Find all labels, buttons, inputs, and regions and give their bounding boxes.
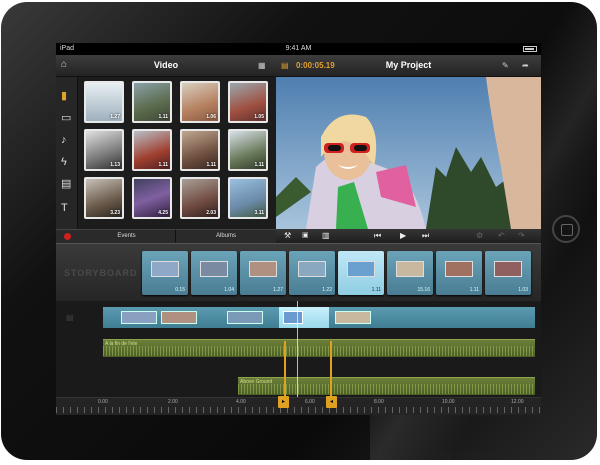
range-start-handle[interactable]: ▸ <box>278 396 289 408</box>
audio-track-label: Above Ground <box>240 379 273 385</box>
timeline-clip-selected[interactable] <box>279 307 329 328</box>
video-icon[interactable]: ▮ <box>61 91 67 102</box>
undo-icon[interactable]: ↶ <box>498 231 505 241</box>
grid-view-icon[interactable]: ▦ <box>258 61 266 71</box>
media-thumbnail[interactable]: 1.05 <box>228 81 268 123</box>
audio-track[interactable]: A la fin de l'ete <box>103 339 535 357</box>
storyboard-clip-selected[interactable]: 1.11 <box>338 251 384 295</box>
wrench-icon[interactable]: ⚒ <box>284 231 291 241</box>
storyboard-clip[interactable]: 1.03 <box>485 251 531 295</box>
media-thumbnail[interactable]: 2.03 <box>180 177 220 219</box>
zoom-icon[interactable]: ⚙ <box>476 231 483 241</box>
storyboard: STORYBOARD 0.15 1.04 1.27 1.22 1.11 15.1… <box>56 243 541 301</box>
track-icon: ▤ <box>66 313 74 322</box>
media-thumbnail[interactable]: 1.11 <box>180 129 220 171</box>
segment-events[interactable]: Events <box>78 229 176 243</box>
record-area <box>56 229 78 243</box>
time-ruler: 0.00 2.00 4.00 6.00 8.00 10.00 12.00 <box>56 397 541 415</box>
media-thumbnail[interactable]: 1.11 <box>132 81 172 123</box>
ruler-ticks <box>56 407 541 413</box>
audio-waveform <box>238 384 535 394</box>
timeline-clip[interactable] <box>161 311 197 324</box>
settings-icon[interactable]: ▣ <box>302 231 309 241</box>
clip-thumbnail <box>494 261 522 277</box>
range-end-handle[interactable]: ◂ <box>326 396 337 408</box>
clip-thumbnail <box>249 261 277 277</box>
record-icon[interactable] <box>63 233 71 240</box>
storyboard-clip[interactable]: 1.11 <box>436 251 482 295</box>
media-thumbnail[interactable]: 3.11 <box>228 177 268 219</box>
play-icon[interactable]: ▶ <box>400 231 406 241</box>
home-button[interactable] <box>552 215 580 243</box>
status-bar: iPad 9:41 AM <box>56 43 541 55</box>
screen: iPad 9:41 AM ⌂ Video ▦ ▤ 0:00:05.19 My P… <box>56 43 541 415</box>
trash-icon[interactable]: ▥ <box>322 231 330 241</box>
media-thumbnail[interactable]: 1.13 <box>84 129 124 171</box>
storyboard-clip[interactable]: 1.22 <box>289 251 335 295</box>
project-header: ▤ 0:00:05.19 My Project ✎ ➦ <box>276 55 541 77</box>
storyboard-label: STORYBOARD <box>64 268 138 278</box>
preview-frame <box>276 77 541 229</box>
battery-icon <box>523 46 537 52</box>
clip-thumbnail <box>283 311 303 324</box>
clip-thumbnail <box>200 261 228 277</box>
media-thumbnail[interactable]: 4.25 <box>132 177 172 219</box>
clip-thumbnail <box>445 261 473 277</box>
media-thumbnail[interactable]: 1.11 <box>132 129 172 171</box>
media-thumbnail[interactable]: 1.06 <box>180 81 220 123</box>
audio-track[interactable]: Above Ground <box>238 377 535 395</box>
timeline: ▤ A la fin de l'ete Above Ground 0.00 2.… <box>56 301 541 415</box>
clip-thumbnail <box>396 261 424 277</box>
photo-icon[interactable]: ▭ <box>61 113 71 124</box>
media-thumbnail[interactable]: 1.27 <box>84 81 124 123</box>
media-thumbnail[interactable]: 1.11 <box>228 129 268 171</box>
clip-thumbnail <box>347 261 375 277</box>
title-icon[interactable]: T <box>61 203 68 214</box>
ruler-label: 10.00 <box>442 399 455 405</box>
storyboard-clip[interactable]: 1.04 <box>191 251 237 295</box>
clip-thumbnail <box>151 261 179 277</box>
range-end-line <box>330 341 332 399</box>
ruler-label: 8.00 <box>374 399 384 405</box>
effects-icon[interactable]: ϟ <box>61 157 67 168</box>
storyboard-clip[interactable]: 0.15 <box>142 251 188 295</box>
storyboard-clip[interactable]: 15.16 <box>387 251 433 295</box>
segment-albums[interactable]: Albums <box>176 229 276 243</box>
skip-forward-icon[interactable]: ⏭ <box>422 231 429 241</box>
timeline-clip[interactable] <box>227 311 263 324</box>
audio-waveform <box>103 346 535 356</box>
video-track[interactable] <box>103 307 535 328</box>
music-icon[interactable]: ♪ <box>61 135 67 146</box>
skip-back-icon[interactable]: ⏮ <box>374 231 381 241</box>
ruler-label: 6.00 <box>305 399 315 405</box>
edit-icon[interactable]: ✎ <box>502 61 509 71</box>
redo-icon[interactable]: ↷ <box>518 231 525 241</box>
clip-thumbnail <box>298 261 326 277</box>
media-grid: 1.27 1.11 1.06 1.05 1.13 1.11 1.11 1.11 … <box>82 81 272 223</box>
media-thumbnail[interactable]: 3.23 <box>84 177 124 219</box>
timeline-clip[interactable] <box>335 311 371 324</box>
voiceover-icon[interactable]: ▤ <box>61 179 71 190</box>
transport-bar: ⚒ ▣ ▥ ⏮ ▶ ⏭ ⚙ ↶ ↷ <box>276 229 541 243</box>
range-start-line <box>284 341 286 399</box>
video-preview[interactable] <box>276 77 541 229</box>
ruler-label: 12.00 <box>511 399 524 405</box>
clock: 9:41 AM <box>285 45 312 52</box>
timeline-clip[interactable] <box>121 311 157 324</box>
storyboard-clip[interactable]: 1.27 <box>240 251 286 295</box>
audio-track-label: A la fin de l'ete <box>105 341 138 347</box>
watermark: http://107cine.com/ <box>436 450 521 461</box>
share-icon[interactable]: ➦ <box>522 61 529 71</box>
ruler-label: 0.00 <box>98 399 108 405</box>
browser-title: Video <box>153 60 179 70</box>
media-type-sidebar: ▮ ▭ ♪ ϟ ▤ T <box>56 77 78 229</box>
browser-header: ⌂ Video ▦ <box>56 55 276 77</box>
playhead[interactable] <box>297 301 298 399</box>
ruler-label: 4.00 <box>236 399 246 405</box>
ruler-label: 2.00 <box>168 399 178 405</box>
